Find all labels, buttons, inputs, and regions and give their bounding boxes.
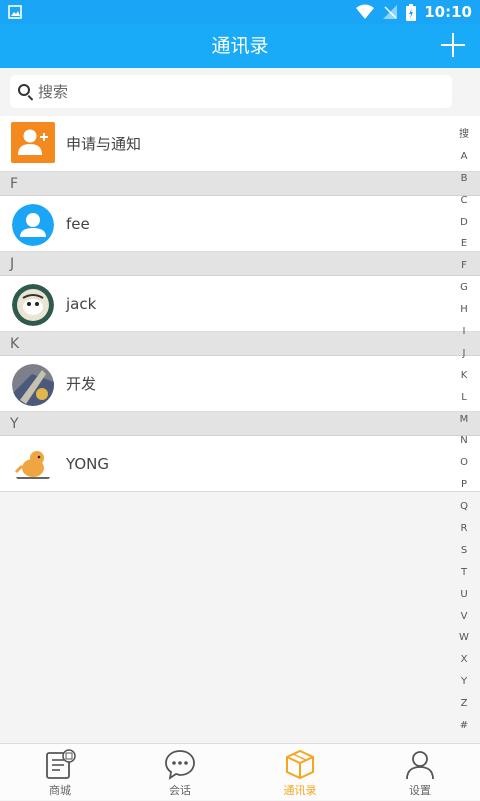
index-letter[interactable]: P xyxy=(452,474,476,496)
index-letter[interactable]: K xyxy=(452,365,476,387)
alphabet-index-bar[interactable]: 搜 A B C D E F G H I J K L M N O P Q R S T U V W X Y Z # xyxy=(452,124,476,737)
index-letter[interactable]: E xyxy=(452,233,476,255)
contact-row-jack[interactable]: jack xyxy=(0,276,480,332)
index-letter[interactable]: L xyxy=(452,387,476,409)
default-avatar-icon xyxy=(12,204,54,246)
app-bar: 通讯录 xyxy=(0,24,480,68)
contact-name: 开发 xyxy=(66,375,97,393)
bottom-nav: 商城 会话 通讯录 设置 xyxy=(0,743,480,800)
index-letter[interactable]: X xyxy=(452,649,476,671)
wifi-icon xyxy=(356,4,375,19)
index-letter[interactable]: I xyxy=(452,321,476,343)
search-box[interactable] xyxy=(10,75,452,108)
tab-label: 通讯录 xyxy=(283,784,317,797)
index-letter[interactable]: Y xyxy=(452,671,476,693)
store-icon xyxy=(46,749,76,779)
status-bar: 10:10 xyxy=(0,0,480,24)
yong-avatar xyxy=(12,444,54,486)
person-icon xyxy=(406,751,434,780)
section-header-j: J xyxy=(0,252,480,276)
contact-name: fee xyxy=(66,215,90,233)
section-header-y: Y xyxy=(0,412,480,436)
index-letter[interactable]: Q xyxy=(452,496,476,518)
search-input[interactable] xyxy=(38,75,438,108)
gallery-icon xyxy=(8,5,22,19)
notices-label: 申请与通知 xyxy=(66,135,142,153)
list-item-notices[interactable]: 申请与通知 xyxy=(0,116,480,172)
contact-name: YONG xyxy=(66,455,109,473)
index-letter[interactable]: Z xyxy=(452,693,476,715)
battery-icon xyxy=(406,3,417,21)
contact-row-fee[interactable]: fee xyxy=(0,196,480,252)
tab-chat[interactable]: 会话 xyxy=(120,744,240,801)
index-letter[interactable]: V xyxy=(452,606,476,628)
contact-name: jack xyxy=(66,295,97,313)
section-header-f: F xyxy=(0,172,480,196)
index-letter[interactable]: F xyxy=(452,255,476,277)
search-area xyxy=(0,68,480,116)
contact-row-kaifa[interactable]: 开发 xyxy=(0,356,480,412)
index-letter[interactable]: O xyxy=(452,452,476,474)
tab-store[interactable]: 商城 xyxy=(0,744,120,801)
index-letter[interactable]: N xyxy=(452,430,476,452)
chat-icon xyxy=(165,750,195,780)
index-letter[interactable]: G xyxy=(452,277,476,299)
page-title: 通讯录 xyxy=(211,35,269,57)
search-icon xyxy=(18,84,30,96)
add-friend-icon xyxy=(11,122,55,163)
tab-settings[interactable]: 设置 xyxy=(360,744,480,801)
index-letter[interactable]: D xyxy=(452,212,476,234)
index-letter[interactable]: B xyxy=(452,168,476,190)
jack-avatar xyxy=(12,284,54,326)
contacts-box-icon xyxy=(286,749,314,780)
contact-row-yong[interactable]: YONG xyxy=(0,436,480,492)
signal-off-icon xyxy=(383,5,398,19)
index-letter[interactable]: J xyxy=(452,343,476,365)
index-letter[interactable]: T xyxy=(452,562,476,584)
add-contact-button[interactable] xyxy=(440,32,466,58)
index-letter[interactable]: H xyxy=(452,299,476,321)
index-letter[interactable]: M xyxy=(452,409,476,431)
index-letter[interactable]: A xyxy=(452,146,476,168)
index-letter[interactable]: S xyxy=(452,540,476,562)
index-letter[interactable]: 搜 xyxy=(452,124,476,146)
index-letter[interactable]: W xyxy=(452,627,476,649)
section-header-k: K xyxy=(0,332,480,356)
index-letter[interactable]: R xyxy=(452,518,476,540)
index-letter[interactable]: U xyxy=(452,584,476,606)
status-time: 10:10 xyxy=(424,3,472,21)
tab-label: 商城 xyxy=(49,784,71,797)
tab-label: 会话 xyxy=(169,784,191,797)
tab-contacts[interactable]: 通讯录 xyxy=(240,744,360,801)
index-letter[interactable]: C xyxy=(452,190,476,212)
index-letter[interactable]: # xyxy=(452,715,476,737)
tab-label: 设置 xyxy=(409,784,431,797)
kaifa-avatar xyxy=(12,364,54,406)
